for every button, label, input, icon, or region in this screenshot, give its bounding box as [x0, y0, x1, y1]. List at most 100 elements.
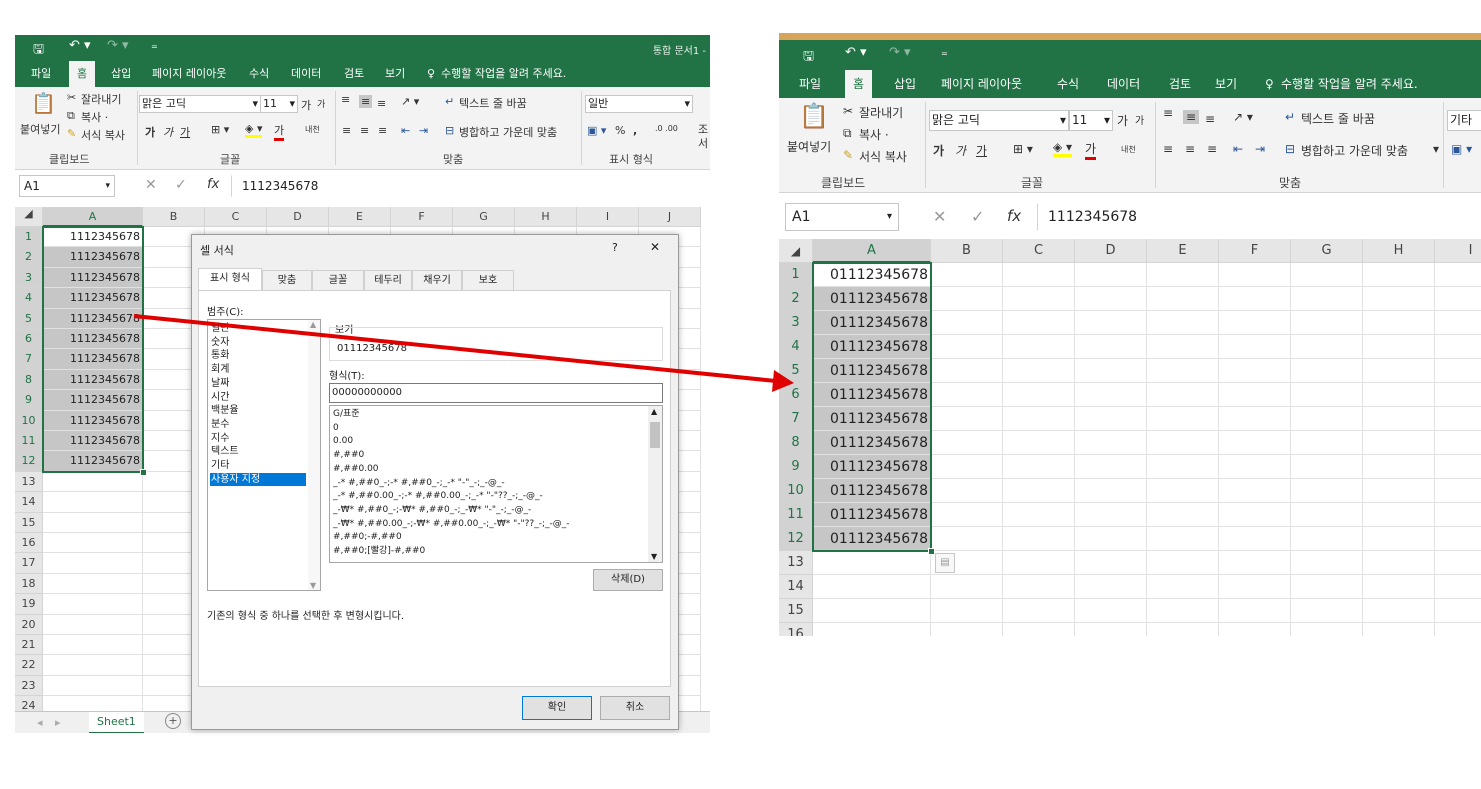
category-item[interactable]: 회계 [210, 363, 306, 376]
column-header-f[interactable]: F [1219, 239, 1291, 263]
cell-b[interactable] [931, 359, 1003, 383]
row-header[interactable]: 8 [15, 369, 43, 391]
cell-b[interactable] [931, 383, 1003, 407]
column-header-a[interactable]: A [43, 207, 143, 227]
help-button[interactable]: ? [612, 241, 618, 254]
undo-icon[interactable]: ↶ ▾ [69, 38, 91, 53]
cell-h[interactable] [1363, 623, 1435, 636]
row-header[interactable]: 3 [15, 267, 43, 289]
tab-home[interactable]: 홈 [845, 70, 873, 98]
select-all-corner[interactable]: ◢ [15, 207, 43, 227]
cell-g[interactable] [1291, 287, 1363, 311]
row-header[interactable]: 1 [15, 227, 43, 248]
cell-b[interactable] [931, 407, 1003, 431]
cell-a[interactable] [43, 614, 143, 635]
cell-g[interactable] [1291, 575, 1363, 599]
cell-f[interactable] [1219, 263, 1291, 287]
cell-c[interactable] [1003, 479, 1075, 503]
indent-increase-icon[interactable]: ⇥ [419, 124, 428, 137]
cell-g[interactable] [1291, 263, 1363, 287]
cell-d[interactable] [1075, 335, 1147, 359]
row-header[interactable]: 9 [15, 390, 43, 411]
cell-e[interactable] [1147, 599, 1219, 623]
tab-page-layout[interactable]: 페이지 레이아웃 [152, 61, 226, 87]
row-header[interactable]: 1 [779, 263, 813, 287]
lightbulb-icon[interactable]: ♀ [1265, 70, 1274, 98]
function-icon[interactable]: fx [207, 177, 219, 192]
cell-a[interactable]: 1112345678 [43, 349, 143, 370]
cell-a[interactable]: 1112345678 [43, 329, 143, 350]
fill-handle[interactable] [140, 468, 147, 476]
font-shrink-button[interactable]: 가 [317, 97, 325, 110]
row-header[interactable]: 13 [779, 551, 813, 575]
column-header-h[interactable]: H [515, 207, 577, 227]
align-right-icon[interactable]: ≡ [378, 124, 387, 137]
row-header[interactable]: 10 [15, 410, 43, 431]
tab-alignment[interactable]: 맞춤 [262, 270, 312, 291]
cell-e[interactable] [1147, 503, 1219, 527]
cell-g[interactable] [1291, 527, 1363, 551]
cell-i[interactable] [1435, 551, 1481, 575]
name-box[interactable]: A1 ▾ [785, 203, 899, 231]
format-as-table-button[interactable]: 서 [698, 135, 708, 151]
cell-f[interactable] [1219, 359, 1291, 383]
category-item[interactable]: 지수 [210, 432, 306, 445]
phonetic-button[interactable]: 내천 [305, 124, 320, 135]
format-item[interactable]: _-* #,##0.00_-;-* #,##0.00_-;_-* "-"??_-… [332, 490, 648, 503]
format-item[interactable]: G/표준 [332, 408, 648, 421]
row-header[interactable]: 2 [779, 287, 813, 311]
row-header[interactable]: 19 [15, 594, 43, 615]
decimal-icon[interactable]: .0 .00 [655, 124, 678, 133]
cell-i[interactable] [1435, 263, 1481, 287]
cell-f[interactable] [1219, 455, 1291, 479]
cell-g[interactable] [1291, 551, 1363, 575]
row-header[interactable]: 16 [779, 623, 813, 636]
cell-d[interactable] [1075, 527, 1147, 551]
cell-d[interactable] [1075, 599, 1147, 623]
scissors-icon[interactable]: ✂ [67, 91, 76, 104]
scrollbar-thumb[interactable] [650, 422, 660, 448]
cell-d[interactable] [1075, 359, 1147, 383]
font-name-select[interactable]: 맑은 고딕 ▾ [929, 110, 1069, 131]
close-icon[interactable]: ✕ [650, 240, 660, 254]
cell-a[interactable]: 1112345678 [43, 369, 143, 391]
cell-h[interactable] [1363, 287, 1435, 311]
cell-h[interactable] [1363, 263, 1435, 287]
format-item[interactable]: #,##0 [332, 449, 648, 462]
cell-i[interactable] [1435, 479, 1481, 503]
comma-button[interactable]: , [633, 124, 637, 137]
cell-a[interactable]: 1112345678 [43, 410, 143, 431]
align-top-icon[interactable]: ≡ [341, 93, 350, 106]
font-color-button[interactable]: 가 [274, 122, 285, 141]
column-header-f[interactable]: F [391, 207, 453, 227]
row-header[interactable]: 5 [779, 359, 813, 383]
cell-i[interactable] [1435, 311, 1481, 335]
tab-home[interactable]: 홈 [69, 61, 96, 87]
cell-i[interactable] [1435, 623, 1481, 636]
cell-d[interactable] [1075, 383, 1147, 407]
cell-g[interactable] [1291, 335, 1363, 359]
underline-button[interactable]: 가 [976, 142, 987, 159]
bold-button[interactable]: 가 [145, 124, 155, 140]
customize-icon[interactable]: ₌ [151, 38, 158, 53]
column-header-b[interactable]: B [931, 239, 1003, 263]
cell-c[interactable] [1003, 407, 1075, 431]
cell-a[interactable] [813, 551, 931, 575]
column-header-d[interactable]: D [1075, 239, 1147, 263]
row-header[interactable]: 11 [15, 431, 43, 452]
cell-b[interactable] [931, 575, 1003, 599]
cell-c[interactable] [1003, 575, 1075, 599]
cell-d[interactable] [1075, 479, 1147, 503]
tab-number[interactable]: 표시 형식 [198, 268, 262, 291]
cell-b[interactable] [931, 311, 1003, 335]
cell-b[interactable] [931, 479, 1003, 503]
cell-b[interactable] [931, 455, 1003, 479]
row-header[interactable]: 7 [15, 349, 43, 370]
cell-e[interactable] [1147, 335, 1219, 359]
align-center-icon[interactable]: ≡ [1185, 142, 1195, 156]
format-painter-button[interactable]: 서식 복사 [859, 148, 907, 165]
cell-c[interactable] [1003, 263, 1075, 287]
cell-d[interactable] [1075, 623, 1147, 636]
merge-icon[interactable]: ⊟ [445, 124, 454, 137]
cell-g[interactable] [1291, 599, 1363, 623]
